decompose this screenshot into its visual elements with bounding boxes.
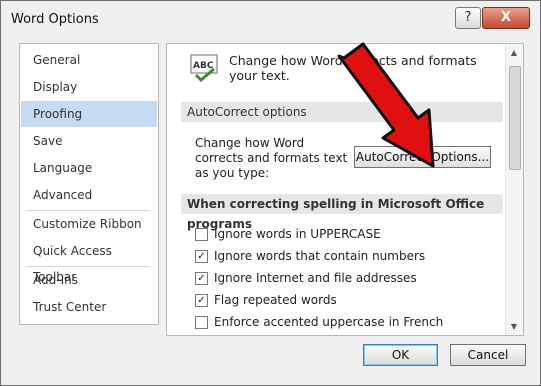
panel-scrollbar[interactable]: ▲ ▼ [505, 44, 523, 335]
nav-item-display[interactable]: Display [21, 74, 157, 100]
proofing-panel: ABC Change how Word corrects and formats… [166, 43, 524, 336]
nav-item-customize-ribbon[interactable]: Customize Ribbon [21, 211, 157, 237]
nav-item-language[interactable]: Language [21, 155, 157, 181]
proofing-intro-text: Change how Word corrects and formats you… [229, 53, 477, 83]
title-bar: Word Options ? X [1, 1, 540, 37]
spelling-section-header: When correcting spelling in Microsoft Of… [181, 194, 503, 231]
abc-check-icon: ABC [190, 54, 218, 83]
nav-item-save[interactable]: Save [21, 128, 157, 154]
abc-icon-letters: ABC [193, 61, 214, 71]
ignore-numbers-checkbox[interactable]: ✓ [195, 250, 208, 263]
window-title: Word Options [11, 12, 99, 27]
ignore-internet-addresses-checkbox[interactable]: ✓ [195, 272, 208, 285]
nav-item-general[interactable]: General [21, 47, 157, 73]
nav-item-trust-center[interactable]: Trust Center [21, 294, 157, 320]
options-category-list: General Display Proofing Save Language A… [19, 43, 159, 325]
ignore-uppercase-checkbox[interactable] [195, 228, 208, 241]
enforce-accented-uppercase-label: Enforce accented uppercase in French [214, 315, 444, 329]
nav-item-quick-access-toolbar[interactable]: Quick Access Toolbar [21, 238, 157, 284]
help-icon: ? [464, 10, 472, 25]
cancel-button[interactable]: Cancel [450, 344, 526, 366]
ignore-internet-addresses-label: Ignore Internet and file addresses [214, 271, 417, 285]
enforce-accented-uppercase-checkbox[interactable] [195, 316, 208, 329]
flag-repeated-words-checkbox[interactable]: ✓ [195, 294, 208, 307]
close-button[interactable]: X [482, 7, 530, 29]
scrollbar-thumb[interactable] [509, 66, 521, 170]
autocorrect-section-header: AutoCorrect options [181, 102, 503, 122]
word-options-dialog: Word Options ? X General Display Proofin… [0, 0, 541, 386]
close-icon: X [500, 10, 512, 25]
scroll-down-arrow-icon[interactable]: ▼ [509, 322, 519, 331]
flag-repeated-words-label: Flag repeated words [214, 293, 337, 307]
help-button[interactable]: ? [455, 7, 481, 29]
nav-item-proofing[interactable]: Proofing [21, 101, 157, 127]
scroll-up-arrow-icon[interactable]: ▲ [509, 48, 519, 57]
nav-item-advanced[interactable]: Advanced [21, 182, 157, 208]
autocorrect-options-button[interactable]: AutoCorrect Options... [354, 146, 491, 168]
ok-button[interactable]: OK [363, 344, 438, 366]
autocorrect-description: Change how Word corrects and formats tex… [195, 136, 348, 180]
ignore-uppercase-label: Ignore words in UPPERCASE [214, 227, 381, 241]
ignore-numbers-label: Ignore words that contain numbers [214, 249, 426, 263]
nav-item-add-ins[interactable]: Add-Ins [21, 267, 157, 293]
